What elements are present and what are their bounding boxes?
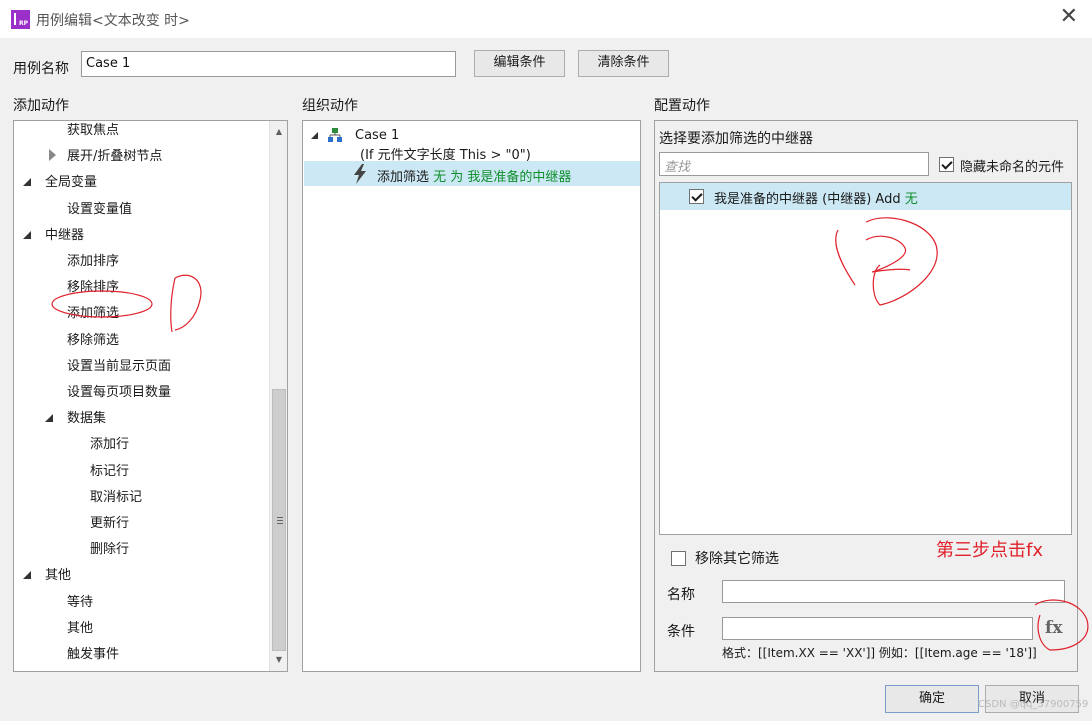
- annotation-number-1: [170, 274, 202, 333]
- annotation-number-2: [835, 217, 938, 306]
- annotation-circle-fx: [1034, 599, 1089, 651]
- annotation-step3: 第三步点击fx: [936, 540, 1043, 561]
- annotation-circle-1: [51, 290, 153, 318]
- annotation-layer: [51, 217, 1089, 651]
